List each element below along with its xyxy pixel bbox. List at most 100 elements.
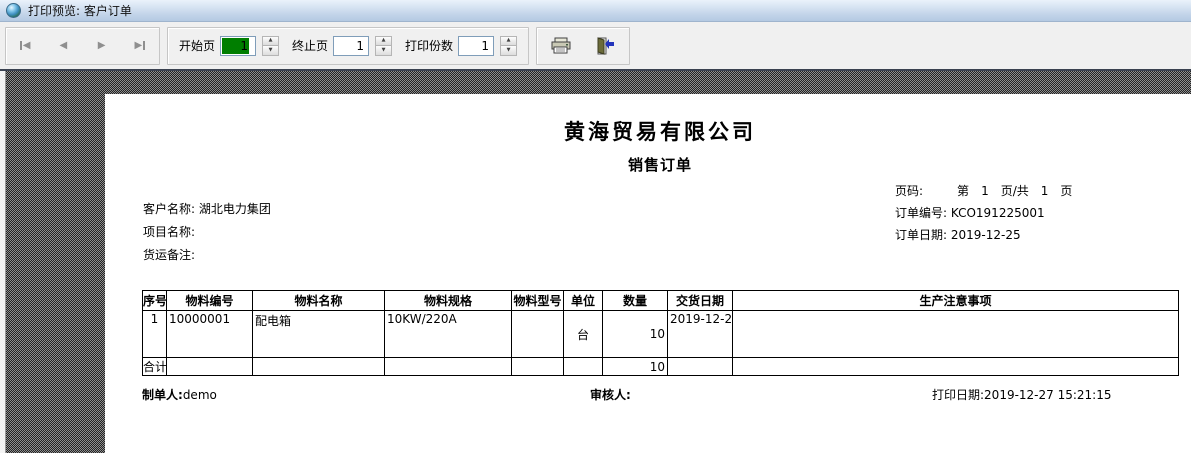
arrow-right-icon: ▶	[97, 39, 106, 51]
col-header-qty: 数量	[602, 290, 668, 311]
shipping-line: 货运备注:	[143, 244, 271, 267]
cell-unit: 台	[563, 310, 603, 358]
col-header-notes: 生产注意事项	[732, 290, 1179, 311]
next-page-button[interactable]: ▶	[87, 32, 117, 60]
app-globe-icon	[6, 3, 21, 18]
prev-page-button[interactable]: ◀	[48, 32, 78, 60]
order-no-line: 订单编号: KCO191225001	[895, 202, 1072, 224]
shipping-label: 货运备注:	[143, 248, 196, 262]
cell-delivery-date: 2019-12-25	[667, 310, 733, 358]
maker-label: 制单人:	[142, 388, 183, 402]
order-items-table: 序号 物料编号 物料名称 物料规格 物料型号 单位 数量 交货日期 生产注意事项…	[142, 290, 1179, 376]
col-header-model: 物料型号	[511, 290, 564, 311]
page-total-value: 1	[1040, 184, 1049, 198]
last-page-bar-icon	[143, 41, 146, 50]
customer-block: 客户名称: 湖北电力集团 项目名称: 货运备注:	[143, 198, 271, 267]
cell-qty: 10	[602, 310, 668, 358]
window-title: 打印预览: 客户订单	[28, 4, 132, 18]
start-page-input[interactable]: 1	[220, 35, 257, 56]
page-number-value: 1	[981, 184, 989, 198]
maker-line: 制单人:demo	[142, 386, 217, 403]
project-line: 项目名称:	[143, 221, 271, 244]
auditor-line: 审核人:	[590, 386, 631, 403]
order-date-label: 订单日期:	[895, 228, 948, 242]
print-actions-group	[536, 26, 631, 65]
copies-stepper[interactable]: ▲ ▼	[500, 35, 518, 56]
spin-down-icon[interactable]: ▼	[375, 46, 393, 56]
customer-label: 客户名称:	[143, 202, 196, 216]
preview-left-border	[0, 71, 6, 453]
end-page-value: 1	[356, 38, 365, 53]
document-content: 黄海贸易有限公司 销售订单 页码: 第 1 页/共 1 页 订单编号: KCO191225…	[142, 94, 1179, 453]
end-page-input[interactable]: 1	[333, 35, 370, 56]
page-number-suffix: 页	[1060, 184, 1073, 198]
copies-value: 1	[481, 38, 490, 53]
customer-line: 客户名称: 湖北电力集团	[143, 198, 271, 221]
order-no-label: 订单编号:	[895, 206, 948, 220]
spin-up-icon[interactable]: ▲	[500, 35, 518, 46]
table-header-row: 序号 物料编号 物料名称 物料规格 物料型号 单位 数量 交货日期 生产注意事项	[142, 290, 1179, 311]
total-empty-cell	[563, 357, 603, 376]
copies-label: 打印份数	[405, 39, 454, 53]
page-number-line: 页码: 第 1 页/共 1 页	[895, 180, 1072, 202]
cell-item-no: 10000001	[166, 310, 253, 358]
col-header-unit: 单位	[563, 290, 603, 311]
start-page-stepper[interactable]: ▲ ▼	[262, 35, 280, 56]
print-button[interactable]	[543, 31, 579, 61]
cell-seq: 1	[142, 310, 167, 358]
end-page-label: 终止页	[292, 39, 329, 53]
project-label: 项目名称:	[143, 225, 196, 239]
auditor-label: 审核人:	[590, 388, 631, 402]
arrow-left-icon: ◀	[22, 39, 31, 51]
col-header-spec: 物料规格	[384, 290, 512, 311]
print-date-value: 2019-12-27 15:21:15	[984, 388, 1112, 402]
end-page-stepper[interactable]: ▲ ▼	[375, 35, 393, 56]
page-number-of: 页/共	[1000, 184, 1029, 198]
spin-down-icon[interactable]: ▼	[262, 46, 280, 56]
order-date-line: 订单日期: 2019-12-25	[895, 224, 1072, 246]
spin-down-icon[interactable]: ▼	[500, 46, 518, 56]
total-qty-cell: 10	[602, 357, 668, 376]
print-date-line: 打印日期:2019-12-27 15:21:15	[932, 386, 1112, 403]
cell-notes	[732, 310, 1179, 358]
order-no-value: KCO191225001	[950, 206, 1045, 220]
col-header-item-no: 物料编号	[166, 290, 253, 311]
total-empty-cell	[252, 357, 385, 376]
window-titlebar: 打印预览: 客户订单	[0, 0, 1191, 22]
printer-icon	[551, 37, 571, 53]
total-empty-cell	[732, 357, 1179, 376]
arrow-right-icon: ▶	[134, 39, 143, 51]
total-empty-cell	[667, 357, 733, 376]
company-name: 黄海贸易有限公司	[564, 120, 756, 144]
col-header-delivery-date: 交货日期	[667, 290, 733, 311]
preview-toolbar: ◀ ◀ ▶ ▶ 开始页 1 ▲ ▼ 终止页 1 ▲ ▼ 打印份数 1 ▲ ▼	[0, 22, 1191, 69]
table-total-row: 合计 10	[142, 357, 1179, 376]
last-page-button[interactable]: ▶	[125, 32, 155, 60]
exit-button[interactable]	[587, 31, 623, 61]
customer-value: 湖北电力集团	[198, 202, 271, 216]
table-row: 1 10000001 配电箱 10KW/220A 台 10 2019-12-25	[142, 310, 1179, 358]
start-page-value: 1	[222, 37, 250, 54]
start-page-label: 开始页	[179, 39, 216, 53]
cell-model	[511, 310, 564, 358]
total-empty-cell	[511, 357, 564, 376]
document-title: 销售订单	[627, 156, 692, 174]
maker-value: demo	[182, 388, 217, 402]
col-header-item-name: 物料名称	[252, 290, 385, 311]
col-header-seq: 序号	[142, 290, 167, 311]
exit-door-icon	[597, 36, 615, 55]
first-page-bar-icon	[19, 41, 22, 50]
cell-spec: 10KW/220A	[384, 310, 512, 358]
total-empty-cell	[384, 357, 512, 376]
arrow-left-icon: ◀	[59, 39, 68, 51]
first-page-button[interactable]: ◀	[10, 32, 40, 60]
spin-up-icon[interactable]: ▲	[375, 35, 393, 46]
total-label-cell: 合计	[142, 357, 167, 376]
copies-input[interactable]: 1	[458, 35, 495, 56]
print-date-label: 打印日期:	[932, 388, 985, 402]
document-footer: 制单人:demo 审核人: 打印日期:2019-12-27 15:21:15	[142, 386, 1178, 404]
page-number-di: 第	[957, 184, 970, 198]
spin-up-icon[interactable]: ▲	[262, 35, 280, 46]
order-date-value: 2019-12-25	[950, 228, 1021, 242]
page-range-group: 开始页 1 ▲ ▼ 终止页 1 ▲ ▼ 打印份数 1 ▲ ▼	[167, 26, 530, 65]
